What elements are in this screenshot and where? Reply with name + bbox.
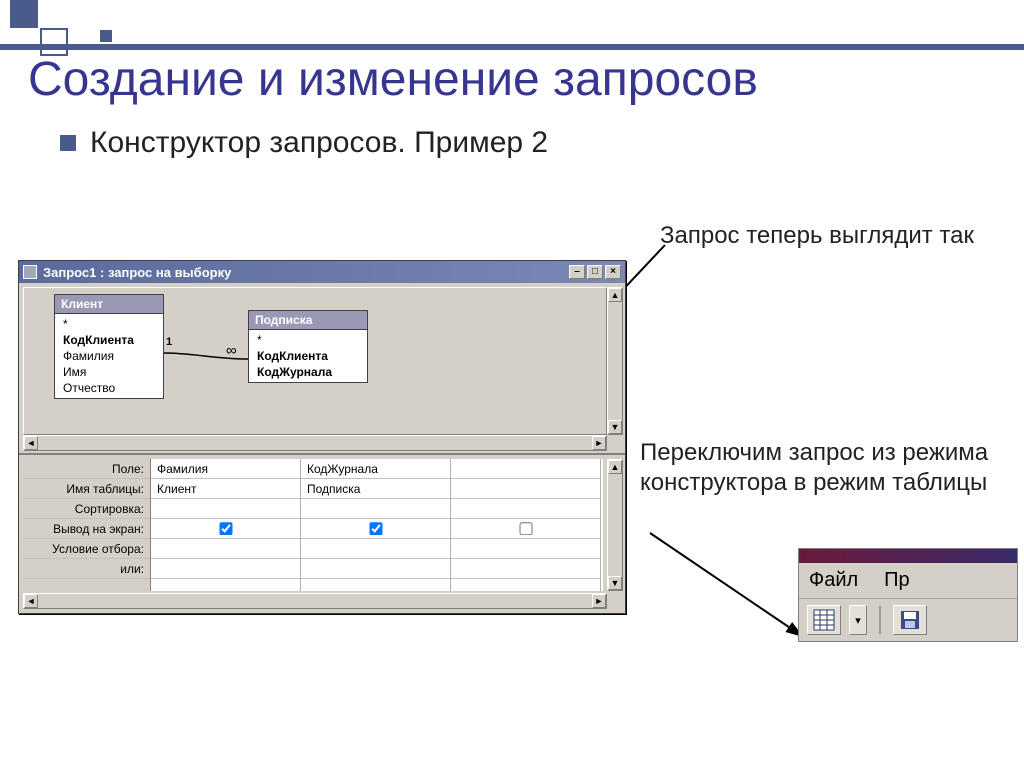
arrow-to-toolbar <box>642 528 822 648</box>
cell-show[interactable] <box>451 519 600 539</box>
table-subscription-title[interactable]: Подписка <box>249 311 367 330</box>
diagram-pane[interactable]: Клиент * КодКлиента Фамилия Имя Отчество… <box>19 283 625 455</box>
access-query-window: Запрос1 : запрос на выборку Клиент * Код… <box>18 260 626 614</box>
label-table: Имя таблицы: <box>23 479 150 499</box>
field-kodklienta-2[interactable]: КодКлиента <box>249 348 367 364</box>
menu-other[interactable]: Пр <box>884 569 910 592</box>
maximize-button[interactable] <box>587 265 603 279</box>
cell-criteria[interactable] <box>151 539 300 559</box>
scroll-up-icon[interactable]: ▲ <box>608 288 622 302</box>
cell-field[interactable]: КодЖурнала <box>301 459 450 479</box>
field-familiya[interactable]: Фамилия <box>55 348 163 364</box>
field-kodzhurnala[interactable]: КодЖурнала <box>249 364 367 380</box>
query-icon <box>23 265 37 279</box>
cell-show[interactable] <box>151 519 300 539</box>
view-dropdown-button[interactable]: ▾ <box>849 605 867 635</box>
scroll-corner <box>607 593 623 609</box>
cell-or[interactable] <box>151 559 300 579</box>
diagram-hscroll[interactable]: ◄ ► <box>23 435 607 451</box>
scroll-down-icon[interactable]: ▼ <box>608 576 622 590</box>
scroll-left-icon[interactable]: ◄ <box>24 436 38 450</box>
relation-line[interactable] <box>164 348 248 358</box>
field-kodklienta[interactable]: КодКлиента <box>55 332 163 348</box>
scroll-left-icon[interactable]: ◄ <box>24 594 38 608</box>
slide-decoration <box>0 0 170 55</box>
cell-field[interactable] <box>451 459 600 479</box>
grid-hscroll[interactable]: ◄ ► <box>23 593 607 609</box>
annotation-bottom: Переключим запрос из режима конструктора… <box>640 438 1000 498</box>
toolbar-separator <box>879 606 881 634</box>
field-otchestvo[interactable]: Отчество <box>55 380 163 396</box>
cell-table[interactable] <box>451 479 600 499</box>
cell-sort[interactable] <box>301 499 450 519</box>
diagram-vscroll[interactable]: ▲ ▼ <box>607 287 623 435</box>
cell-or[interactable] <box>451 559 600 579</box>
scroll-up-icon[interactable]: ▲ <box>608 460 622 474</box>
cell-table[interactable]: Подписка <box>301 479 450 499</box>
window-titlebar[interactable]: Запрос1 : запрос на выборку <box>19 261 625 283</box>
cell-table[interactable]: Клиент <box>151 479 300 499</box>
label-criteria: Условие отбора: <box>23 539 150 559</box>
label-sort: Сортировка: <box>23 499 150 519</box>
scroll-right-icon[interactable]: ► <box>592 594 606 608</box>
page-title: Создание и изменение запросов <box>28 52 758 107</box>
subtitle: Конструктор запросов. Пример 2 <box>90 126 548 160</box>
scroll-right-icon[interactable]: ► <box>592 436 606 450</box>
show-checkbox-1[interactable] <box>219 522 232 535</box>
cell-criteria[interactable] <box>451 539 600 559</box>
show-checkbox-3[interactable] <box>519 522 532 535</box>
bullet-icon <box>60 135 76 151</box>
field-imya[interactable]: Имя <box>55 364 163 380</box>
grid-vscroll[interactable]: ▲ ▼ <box>607 459 623 591</box>
cell-sort[interactable] <box>151 499 300 519</box>
cell-show[interactable] <box>301 519 450 539</box>
menu-bar-fragment[interactable]: Файл Пр <box>799 563 1017 599</box>
subtitle-row: Конструктор запросов. Пример 2 <box>60 126 548 160</box>
cell-criteria[interactable] <box>301 539 450 559</box>
field-star-2[interactable]: * <box>249 332 367 348</box>
grid-col-2: КодЖурнала Подписка <box>301 459 451 591</box>
menu-file[interactable]: Файл <box>809 569 858 592</box>
save-icon <box>899 609 921 631</box>
grid-row-labels: Поле: Имя таблицы: Сортировка: Вывод на … <box>23 459 151 591</box>
toolbar-fragment: Файл Пр ▾ <box>798 548 1018 642</box>
annotation-top: Запрос теперь выглядит так <box>660 222 974 250</box>
show-checkbox-2[interactable] <box>369 522 382 535</box>
scroll-down-icon[interactable]: ▼ <box>608 420 622 434</box>
grid-col-3 <box>451 459 601 591</box>
label-or: или: <box>23 559 150 579</box>
label-field: Поле: <box>23 459 150 479</box>
save-button[interactable] <box>893 605 927 635</box>
titlebar-fragment <box>799 549 1017 563</box>
grid-columns[interactable]: Фамилия Клиент КодЖурнала Подписка <box>151 459 603 591</box>
cell-field[interactable]: Фамилия <box>151 459 300 479</box>
label-show: Вывод на экран: <box>23 519 150 539</box>
scroll-corner <box>607 435 623 451</box>
minimize-button[interactable] <box>569 265 585 279</box>
datasheet-view-button[interactable] <box>807 605 841 635</box>
qbe-grid-pane[interactable]: Поле: Имя таблицы: Сортировка: Вывод на … <box>19 455 625 613</box>
grid-col-1: Фамилия Клиент <box>151 459 301 591</box>
table-client-title[interactable]: Клиент <box>55 295 163 314</box>
table-subscription[interactable]: Подписка * КодКлиента КодЖурнала <box>248 310 368 383</box>
relation-one: 1 <box>166 336 172 348</box>
field-star[interactable]: * <box>55 316 163 332</box>
close-button[interactable] <box>605 265 621 279</box>
cell-sort[interactable] <box>451 499 600 519</box>
cell-or[interactable] <box>301 559 450 579</box>
table-client[interactable]: Клиент * КодКлиента Фамилия Имя Отчество <box>54 294 164 399</box>
window-title: Запрос1 : запрос на выборку <box>43 265 231 280</box>
datasheet-icon <box>813 609 835 631</box>
